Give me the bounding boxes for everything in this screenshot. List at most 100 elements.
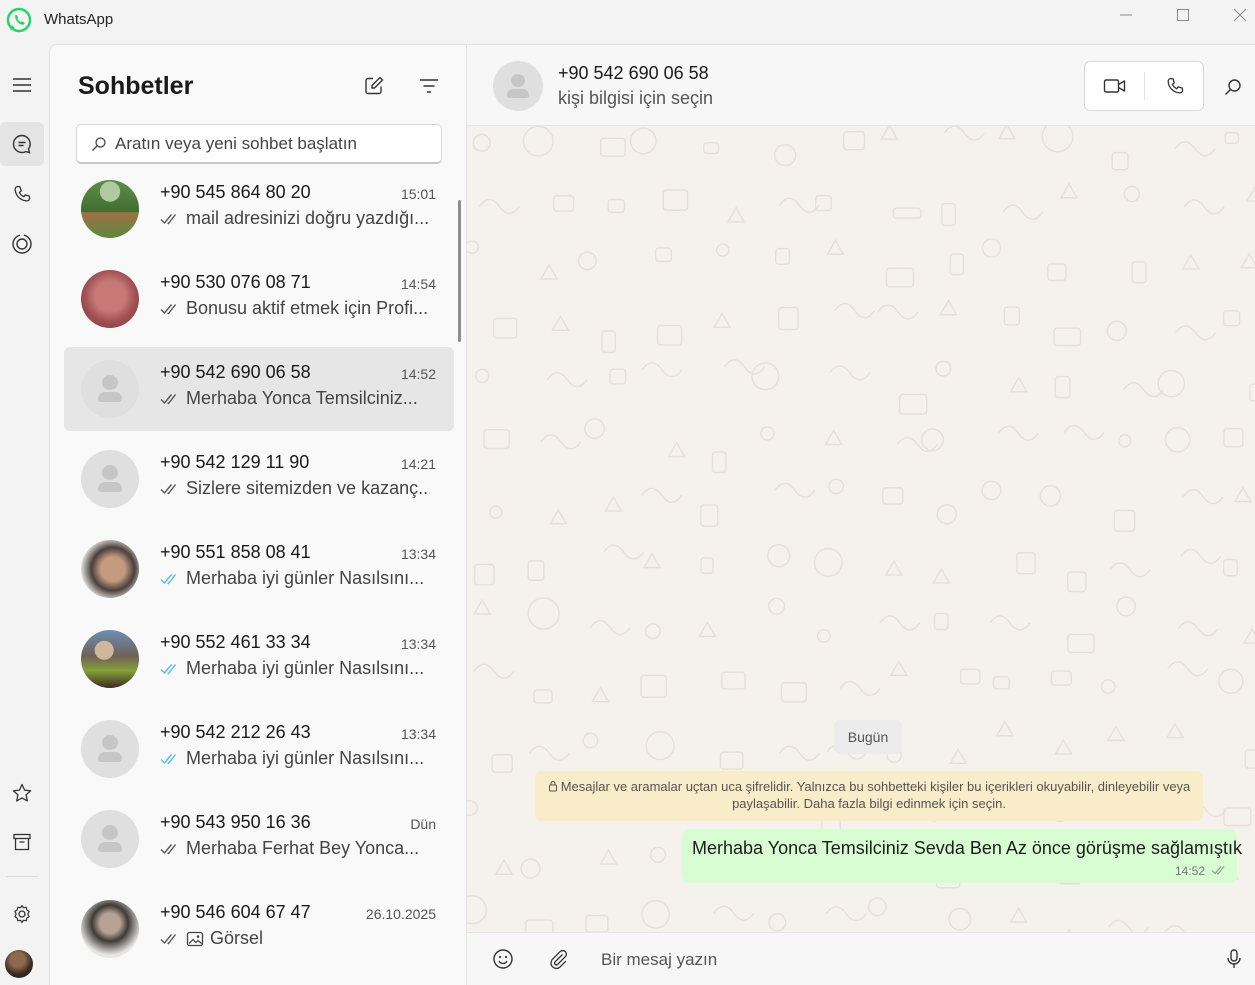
chat-name: +90 551 858 08 41 (160, 542, 311, 562)
contact-name[interactable]: +90 542 690 06 58 (558, 63, 709, 84)
starred-button[interactable] (0, 771, 44, 815)
emoji-button[interactable] (490, 946, 516, 972)
chat-list-item[interactable]: +90 543 950 16 36 Dün Merhaba Ferhat Bey Y… (64, 797, 454, 881)
wallpaper-doodle (935, 360, 952, 377)
double-check-icon (160, 663, 177, 674)
starred-icon (12, 783, 32, 802)
close-button[interactable] (1212, 0, 1255, 30)
wallpaper-doodle (1174, 325, 1217, 341)
chat-list-item[interactable]: +90 530 076 08 71 14:54 Bonusu aktif etmek… (64, 257, 454, 341)
wallpaper-doodle (577, 251, 597, 271)
chat-list-item[interactable]: +90 545 864 80 20 15:01 mail adresinizi do… (64, 167, 454, 251)
double-check-icon (160, 303, 177, 314)
wallpaper-doodle (1223, 807, 1252, 827)
wallpaper-doodle (1131, 261, 1147, 284)
status-tab[interactable] (0, 222, 44, 266)
search-box[interactable] (76, 124, 442, 164)
filter-button[interactable] (416, 73, 442, 99)
double-check-icon (160, 753, 177, 764)
search-input[interactable] (115, 133, 425, 155)
wallpaper-doodle (645, 731, 675, 761)
chat-preview-text: mail adresinizi doğru yazdığı... (186, 208, 430, 228)
wallpaper-doodle (552, 195, 575, 212)
wallpaper-doodle (721, 671, 746, 690)
wallpaper-doodle (473, 563, 495, 586)
archive-button[interactable] (0, 820, 44, 864)
wallpaper-doodle (780, 682, 808, 703)
wallpaper-doodle (813, 547, 843, 578)
paperclip-icon (550, 949, 567, 970)
maximize-icon (1177, 9, 1189, 21)
chat-time: 26.10.2025 (365, 906, 436, 922)
menu-icon (13, 78, 31, 92)
profile-avatar[interactable] (5, 950, 33, 978)
chat-name: +90 542 212 26 43 (160, 722, 311, 742)
wallpaper-doodle (981, 238, 1002, 258)
wallpaper-doodle (1167, 661, 1209, 677)
wallpaper-doodle (1224, 132, 1240, 144)
contact-avatar[interactable] (493, 61, 543, 111)
wallpaper-doodle (549, 508, 568, 525)
maximize-button[interactable] (1155, 0, 1211, 30)
message-input[interactable] (601, 947, 1161, 973)
wallpaper-doodle (726, 206, 746, 223)
new-chat-button[interactable] (361, 73, 387, 99)
chat-name: +90 542 690 06 58 (160, 362, 311, 382)
wallpaper-doodle (948, 907, 972, 931)
calls-tab[interactable] (0, 172, 44, 216)
wallpaper-doodle (839, 680, 881, 697)
wallpaper-doodle (774, 143, 797, 167)
wallpaper-doodle (640, 674, 668, 698)
chat-list-item[interactable]: +90 542 212 26 43 13:34 Merhaba iyi günler… (64, 707, 454, 791)
wallpaper-doodle (603, 544, 645, 560)
wallpaper-doodle (1118, 434, 1132, 448)
settings-icon (14, 904, 30, 924)
wallpaper-doodle (1113, 509, 1136, 532)
wallpaper-doodle (751, 362, 780, 391)
wallpaper-doodle (604, 495, 623, 512)
video-call-button[interactable] (1085, 62, 1144, 110)
settings-button[interactable] (0, 892, 44, 936)
outgoing-message-bubble[interactable]: Merhaba Yonca Temsilciniz Sevda Ben Az ö… (682, 829, 1242, 883)
wallpaper-doodle (528, 745, 570, 761)
wallpaper-doodle (949, 253, 965, 276)
menu-button[interactable] (0, 63, 44, 107)
wallpaper-doodle (713, 905, 755, 921)
encryption-notice[interactable]: Mesajlar ve aramalar uçtan uca şifrelidi… (535, 771, 1203, 821)
conversation-header[interactable]: +90 542 690 06 58 kişi bilgisi için seçi… (467, 44, 1255, 126)
wallpaper-doodle (936, 504, 958, 525)
minimize-button[interactable] (1098, 0, 1154, 30)
attach-button[interactable] (545, 946, 571, 972)
conversation-panel: +90 542 690 06 58 kişi bilgisi için seçi… (467, 44, 1255, 985)
new-chat-icon (365, 76, 384, 95)
chat-list-item[interactable]: +90 551 858 08 41 13:34 Merhaba iyi günler… (64, 527, 454, 611)
wallpaper-doodle (1165, 722, 1185, 739)
chat-preview: Görsel (160, 928, 430, 949)
wallpaper-doodle (884, 559, 904, 576)
chat-avatar (81, 720, 139, 778)
chat-list-item[interactable]: +90 546 604 67 47 26.10.2025 Görsel (64, 887, 454, 971)
chat-time: 15:01 (400, 186, 436, 202)
voice-call-button[interactable] (1145, 62, 1204, 110)
conversation-search-button[interactable] (1219, 73, 1247, 101)
chat-list-item[interactable]: +90 542 129 11 90 14:21 Sizlere sitemizden… (64, 437, 454, 521)
double-check-icon (160, 483, 177, 494)
chats-tab[interactable] (0, 122, 44, 166)
chat-list-item[interactable]: +90 542 690 06 58 14:52 Merhaba Yonca Tems… (64, 347, 454, 431)
wallpaper-doodle (654, 247, 673, 263)
wallpaper-doodle (467, 799, 478, 817)
chat-preview: Merhaba iyi günler Nasılsını... (160, 658, 430, 679)
chat-avatar (81, 540, 139, 598)
wallpaper-doodle (599, 137, 626, 157)
contact-subtitle[interactable]: kişi bilgisi için seçin (558, 88, 713, 109)
wallpaper-doodle (483, 429, 510, 450)
wallpaper-doodle (824, 428, 843, 446)
wallpaper-doodle (1222, 310, 1241, 327)
voice-message-button[interactable] (1221, 946, 1247, 972)
chat-avatar (81, 900, 139, 958)
wallpaper-doodle (1063, 424, 1105, 441)
chat-list-item[interactable]: +90 552 461 33 34 13:34 Merhaba iyi günler… (64, 617, 454, 701)
wallpaper-doodle (473, 663, 515, 679)
chat-list-scrollbar[interactable] (458, 200, 461, 342)
wallpaper-doodle (1218, 668, 1244, 695)
